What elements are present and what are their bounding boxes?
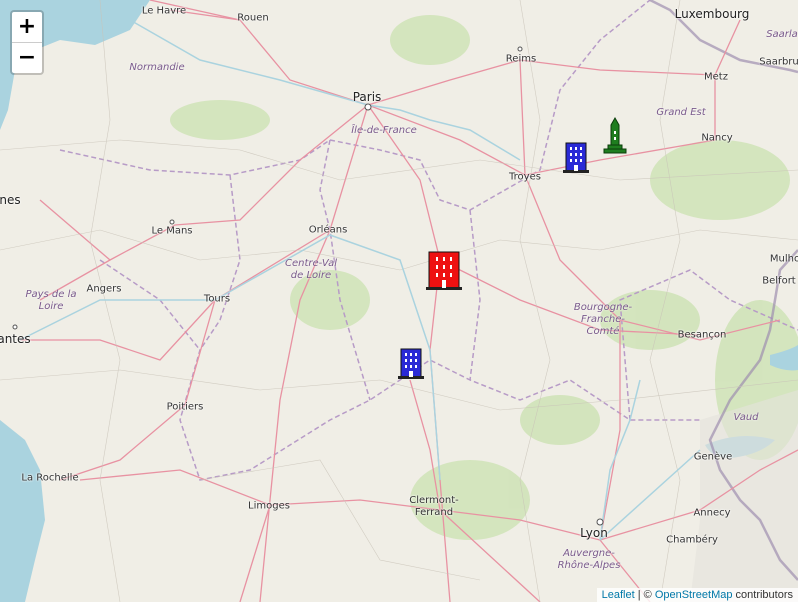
map-tiles <box>0 0 798 602</box>
city-label-tours: Tours <box>203 293 231 305</box>
city-label-luxembourg: Luxembourg <box>674 7 750 21</box>
city-label-chambery: Chambéry <box>666 534 718 546</box>
city-label-geneve: Genève <box>693 451 733 463</box>
region-label-saarland: Saarla <box>766 29 798 40</box>
attribution-separator: | © <box>634 589 655 601</box>
city-label-nantes: antes <box>0 332 31 346</box>
region-label-centre-val-de-loire: Centre-Val de Loire <box>285 258 337 281</box>
city-label-le-havre: Le Havre <box>141 5 187 17</box>
attribution-suffix: contributors <box>732 589 793 601</box>
region-label-normandie: Normandie <box>129 62 185 73</box>
monument-icon[interactable] <box>602 116 628 159</box>
zoom-out-button[interactable]: − <box>12 43 42 73</box>
city-label-saarbru: Saarbru <box>759 56 798 68</box>
region-label-ile-de-france: Île-de-France <box>351 125 417 136</box>
openstreetmap-link[interactable]: OpenStreetMap <box>655 589 733 601</box>
city-label-troyes: Troyes <box>509 171 541 183</box>
city-label-mulho: Mulho <box>769 253 798 265</box>
city-label-la-rochelle: La Rochelle <box>21 472 79 484</box>
attribution: Leaflet | © OpenStreetMap contributors <box>596 588 798 602</box>
city-label-angers: Angers <box>86 283 122 295</box>
building-icon[interactable] <box>425 250 463 296</box>
city-label-rouen: Rouen <box>237 12 269 24</box>
building-icon[interactable] <box>397 347 425 385</box>
zoom-control: + − <box>10 10 44 75</box>
city-label-annecy: Annecy <box>693 507 731 519</box>
region-label-grand-est: Grand Est <box>656 107 706 118</box>
region-label-vaud: Vaud <box>733 412 759 423</box>
region-label-auvergne-rhone-alpes: Auvergne- Rhône-Alpes <box>557 548 621 571</box>
city-label-poitiers: Poitiers <box>166 401 204 413</box>
zoom-in-button[interactable]: + <box>12 12 42 43</box>
city-label-le-mans: Le Mans <box>151 225 193 237</box>
building-icon[interactable] <box>562 141 590 179</box>
region-label-pays-de-la-loire: Pays de la Loire <box>25 289 77 312</box>
city-label-lyon: Lyon <box>580 526 608 540</box>
city-label-clermont-ferrand: Clermont- Ferrand <box>409 495 459 518</box>
city-label-limoges: Limoges <box>248 500 290 512</box>
city-label-reims: Reims <box>505 53 537 65</box>
city-label-orleans: Orléans <box>308 224 348 236</box>
city-label-metz: Metz <box>704 71 728 83</box>
map-view[interactable]: Le Havre Rouen Paris Reims Luxembourg Me… <box>0 0 798 602</box>
city-label-nancy: Nancy <box>701 132 733 144</box>
region-label-bourgogne-franche-comte: Bourgogne- Franche- Comté <box>573 302 633 337</box>
city-label-paris: Paris <box>352 90 382 104</box>
city-label-belfort: Belfort <box>762 275 796 287</box>
city-label-rennes: nes <box>0 193 21 207</box>
leaflet-link[interactable]: Leaflet <box>602 589 635 601</box>
city-label-besancon: Besançon <box>677 329 727 341</box>
